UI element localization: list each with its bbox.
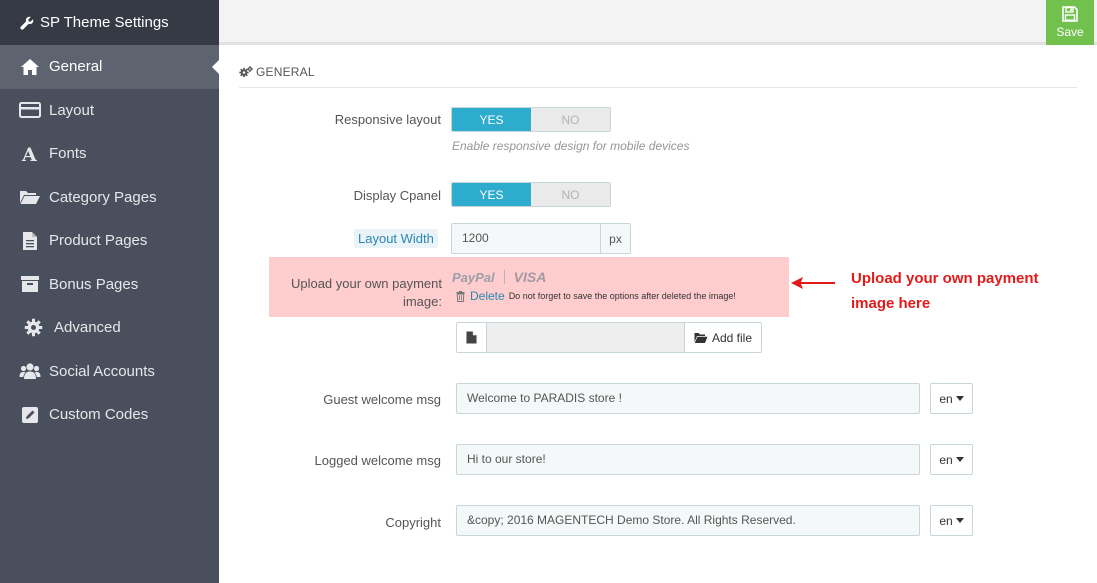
lang-value: en xyxy=(939,513,953,528)
cogs-icon xyxy=(239,66,253,78)
delete-image-link[interactable]: Delete xyxy=(470,289,505,303)
sidebar-item-label: Product Pages xyxy=(49,232,148,250)
delete-note: Do not forget to save the options after … xyxy=(508,291,736,301)
sidebar-item-fonts[interactable]: A Fonts xyxy=(0,132,219,176)
display-cpanel-toggle[interactable]: YES NO xyxy=(451,182,611,207)
wrench-icon xyxy=(20,16,34,30)
guest-welcome-label: Guest welcome msg xyxy=(323,392,441,407)
payment-file-uploader[interactable]: Add file xyxy=(456,322,762,353)
gear-icon xyxy=(22,318,44,338)
annotation-arrow xyxy=(791,277,835,289)
file-icon xyxy=(19,231,41,251)
sidebar-item-label: Fonts xyxy=(49,145,87,163)
sidebar-item-advanced[interactable]: Advanced xyxy=(0,306,219,350)
theme-settings-window: SP Theme Settings General Layout A Fonts… xyxy=(0,0,1097,583)
add-file-label: Add file xyxy=(711,330,753,345)
sidebar-item-bonus-pages[interactable]: Bonus Pages xyxy=(0,263,219,307)
app-title: SP Theme Settings xyxy=(40,14,169,31)
folder-open-icon xyxy=(19,187,41,207)
logged-welcome-lang-select[interactable]: en xyxy=(930,444,973,475)
responsive-no-option[interactable]: NO xyxy=(531,108,610,131)
cpanel-yes-option[interactable]: YES xyxy=(452,183,531,206)
floppy-disk-icon xyxy=(1062,6,1078,22)
sidebar-header: SP Theme Settings xyxy=(0,0,219,45)
file-icon xyxy=(457,323,487,352)
payment-image-preview: PayPal VISA xyxy=(452,269,546,285)
sidebar-item-product-pages[interactable]: Product Pages xyxy=(0,219,219,263)
responsive-layout-label: Responsive layout xyxy=(334,112,441,127)
section-title: GENERAL xyxy=(239,65,315,79)
sidebar-item-label: Category Pages xyxy=(49,188,157,206)
sidebar-item-general[interactable]: General xyxy=(0,45,219,89)
guest-welcome-input[interactable]: Welcome to PARADIS store ! xyxy=(456,383,920,414)
file-name-field[interactable] xyxy=(487,323,684,352)
sidebar-item-label: Advanced xyxy=(54,319,121,337)
responsive-layout-toggle[interactable]: YES NO xyxy=(451,107,611,132)
sidebar: SP Theme Settings General Layout A Fonts… xyxy=(0,0,219,583)
sidebar-item-label: Bonus Pages xyxy=(49,275,139,293)
caret-down-icon xyxy=(955,457,964,462)
visa-logo: VISA xyxy=(513,269,547,285)
home-icon xyxy=(19,57,41,77)
add-file-button[interactable]: Add file xyxy=(684,323,761,352)
edit-icon xyxy=(19,405,41,425)
sidebar-item-label: Social Accounts xyxy=(49,362,155,380)
paypal-logo: PayPal xyxy=(452,269,495,285)
lang-value: en xyxy=(939,452,953,467)
guest-welcome-lang-select[interactable]: en xyxy=(930,383,973,414)
responsive-yes-option[interactable]: YES xyxy=(452,108,531,131)
logo-separator xyxy=(503,270,505,284)
payment-image-label: Upload your own payment image: xyxy=(290,276,442,309)
copyright-lang-select[interactable]: en xyxy=(930,505,973,536)
logged-welcome-input[interactable]: Hi to our store! xyxy=(456,444,920,475)
layout-width-value: 1200 xyxy=(462,231,489,245)
cpanel-no-option[interactable]: NO xyxy=(531,183,610,206)
archive-icon xyxy=(19,274,41,294)
layout-width-label: Layout Width xyxy=(354,229,438,248)
lang-value: en xyxy=(939,391,953,406)
top-toolbar: Save xyxy=(219,0,1097,45)
sidebar-item-category-pages[interactable]: Category Pages xyxy=(0,176,219,220)
sidebar-item-social-accounts[interactable]: Social Accounts xyxy=(0,350,219,394)
svg-text:A: A xyxy=(21,145,37,163)
section-title-text: GENERAL xyxy=(256,65,315,79)
logged-welcome-label: Logged welcome msg xyxy=(314,453,441,468)
sidebar-item-label: Custom Codes xyxy=(49,406,149,424)
layout-width-input[interactable]: 1200 px xyxy=(451,223,631,254)
users-icon xyxy=(19,361,41,381)
section-divider xyxy=(239,87,1077,88)
sidebar-item-custom-codes[interactable]: Custom Codes xyxy=(0,393,219,437)
copyright-input[interactable]: &copy; 2016 MAGENTECH Demo Store. All Ri… xyxy=(456,505,920,536)
layout-width-unit: px xyxy=(600,224,630,253)
responsive-help-text: Enable responsive design for mobile devi… xyxy=(452,139,690,153)
font-icon: A xyxy=(19,144,41,164)
annotation-note: Upload your own payment image here xyxy=(851,270,1039,312)
sidebar-item-label: Layout xyxy=(49,101,95,119)
layout-icon xyxy=(19,100,41,120)
copyright-label: Copyright xyxy=(385,515,441,530)
trash-icon xyxy=(456,290,465,302)
caret-down-icon xyxy=(955,396,964,401)
caret-down-icon xyxy=(955,518,964,523)
main-content: GENERAL Responsive layout YES NO Enable … xyxy=(219,45,1097,583)
save-label: Save xyxy=(1056,25,1084,39)
display-cpanel-label: Display Cpanel xyxy=(353,188,441,203)
folder-open-icon xyxy=(694,332,708,344)
payment-delete-row: Delete Do not forget to save the options… xyxy=(456,289,736,303)
sidebar-item-layout[interactable]: Layout xyxy=(0,89,219,133)
sidebar-item-label: General xyxy=(49,58,103,76)
save-button[interactable]: Save xyxy=(1046,0,1094,45)
